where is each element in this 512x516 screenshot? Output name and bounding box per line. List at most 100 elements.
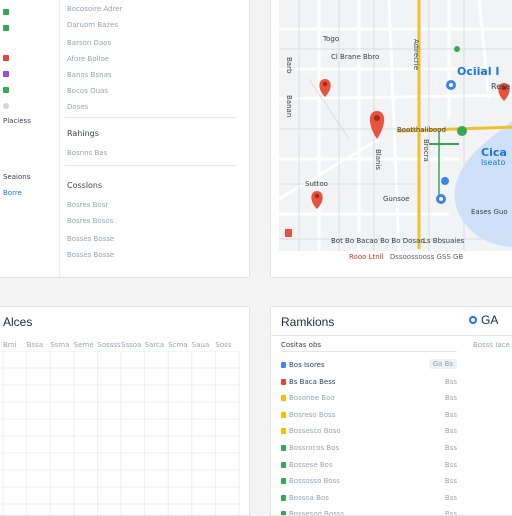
ranking-row[interactable]: Bosreso Boss Bss [281,411,457,421]
nav-item[interactable]: Bocos Ouas [67,87,108,95]
ranking-row[interactable]: Bossese Bos Bss [281,461,457,471]
grid-column-header[interactable]: Sssoa [121,341,141,349]
divider [65,165,237,166]
nav-item[interactable]: Bosres Bosos [67,217,113,225]
poi-blue-icon[interactable] [441,177,449,185]
nav-item[interactable]: Afore Bolloe [67,55,109,63]
sidebar-item-2[interactable] [3,25,9,31]
sidebar-lower-1[interactable]: Seaions [3,173,30,181]
ranking-label: Bossoa Bos [289,493,329,502]
ranking-label: Bs Baca Bess [289,377,336,386]
map-label: Suttoo [305,180,328,188]
purple-square-icon [3,71,9,77]
ranking-value: Bss [444,477,457,486]
map-canvas[interactable]: Togo Cl Brane Bbro Ociial I Rese Boottha… [279,0,512,251]
navigation-panel: Placiess Seaions Borre Bocosoire Adrer D… [0,0,250,278]
sidebar-item-label: Borre [3,189,22,197]
sidebar-item-4[interactable] [3,71,9,77]
ring-icon[interactable] [469,316,477,324]
ranking-label: Bossese Bos [289,460,333,469]
nav-item[interactable]: Bosnns Bas [67,149,107,157]
nav-item[interactable]: Bosres Bosr [67,201,108,209]
header-right-label: GA [481,313,499,327]
sidebar-item-1[interactable] [3,9,9,15]
status-dot-icon [281,494,286,501]
poi-green-icon[interactable] [454,46,460,52]
sidebar-item-7[interactable]: Placiess [3,117,31,125]
ranking-label: Bossesoo Bosss [289,510,345,516]
ranking-row[interactable]: Bossesco Boso Bss [281,427,457,437]
poi-dot [449,83,453,87]
grid-column-header[interactable]: Bssa [27,341,43,349]
ranking-value: Ga Bs [428,359,457,369]
map-label: Barb [285,57,293,74]
map-label: Rese [491,82,510,91]
ranking-label: Bossesco Boso [289,427,341,436]
nav-item[interactable]: Doses [67,103,88,111]
sidebar-item-3[interactable] [3,55,9,61]
left-sidebar: Placiess Seaions Borre [0,0,60,277]
ranking-value: Bss [444,427,457,436]
ranking-value: Bss [444,377,457,386]
map-panel: Togo Cl Brane Bbro Ociial I Rese Boottha… [270,0,512,278]
map-footer-left[interactable]: Rooo Ltnll [349,253,384,261]
grid-column-header[interactable]: Soss [215,341,231,349]
map-label: Bootthalibood [397,126,446,134]
ranking-value: Bss [444,510,457,516]
poi-dot [439,197,443,201]
map-marker-square-icon[interactable] [285,229,292,237]
map-label: Adirecrie [412,39,420,70]
nav-item[interactable]: Bocosoire Adrer [67,5,122,13]
status-dot-icon [281,395,286,402]
status-dot-icon [281,445,286,451]
map-label: Eases Guo [471,208,508,216]
nav-item[interactable]: Daruom Bazes [67,21,118,29]
nav-item[interactable]: Banos Bsnas [67,71,112,79]
ranking-row[interactable]: Bos Isores Ga Bs [281,359,457,371]
grid-column-header[interactable]: Seme [74,341,94,349]
areas-panel: Alces Bmi Bssa Ssma Seme Sossss Sssoa Sarca Scm… [0,306,250,516]
ranking-row[interactable]: Bossrocos Bos Bss [281,444,457,454]
ranking-label: Bosreso Boss [289,410,336,419]
grid-column-header[interactable]: Sossss [97,341,120,349]
status-dot-icon [281,511,286,515]
map-label: Cl Brane Bbro [331,53,379,61]
sidebar-item-label: Seaions [3,173,31,181]
ranking-value: Bss [444,410,457,419]
poi-green-icon[interactable] [457,126,467,136]
ranking-row[interactable]: Bossesoo Bosss Bss [281,510,457,516]
ranking-row[interactable]: Bossoa Bos Bss [281,494,457,504]
gray-circle-icon [3,103,9,109]
rankings-panel: Ramkions GA Cositas obs Bosss Iace Bos I… [270,306,512,516]
green-square-icon [3,87,9,93]
section-heading: Rahings [67,129,99,138]
ranking-label: Bossrocos Bos [289,444,340,452]
status-dot-icon [281,362,286,368]
ranking-value: Bss [444,394,457,403]
panel-title: Alces [3,315,33,329]
ranking-row[interactable]: Bossosso Boss Bss [281,477,457,487]
section-heading: Cosslons [67,181,103,190]
sidebar-lower-2[interactable]: Borre [3,189,22,197]
ranking-row[interactable]: Bs Baca Bess Bss [281,378,457,388]
green-square-icon [3,9,9,15]
grid-column-header[interactable]: Bmi [3,341,17,349]
grid-column-header[interactable]: Ssma [50,341,69,349]
ranking-row[interactable]: Bosonoe Boo Bss [281,394,457,404]
sidebar-item-5[interactable] [3,87,9,93]
grid-column-header[interactable]: Sarca [145,341,165,349]
grid-column-header[interactable]: Scma [168,341,187,349]
map-label: Togo [322,35,339,43]
nav-item[interactable]: Bosses Bosse [67,251,114,259]
header-right: GA [469,313,498,327]
nav-item[interactable]: Bosses Bosse [67,235,114,243]
status-dot-icon [281,478,286,485]
status-dot-icon [281,461,286,468]
map-label: Blanis [374,149,382,170]
grid-column-header[interactable]: Saua [192,341,209,349]
map-label: Ls Bbsuaies [423,237,465,245]
map-label: Ociial I [457,65,500,78]
divider [271,335,512,336]
sidebar-item-6[interactable] [3,103,9,109]
nav-item[interactable]: Barson Daos [67,39,111,47]
